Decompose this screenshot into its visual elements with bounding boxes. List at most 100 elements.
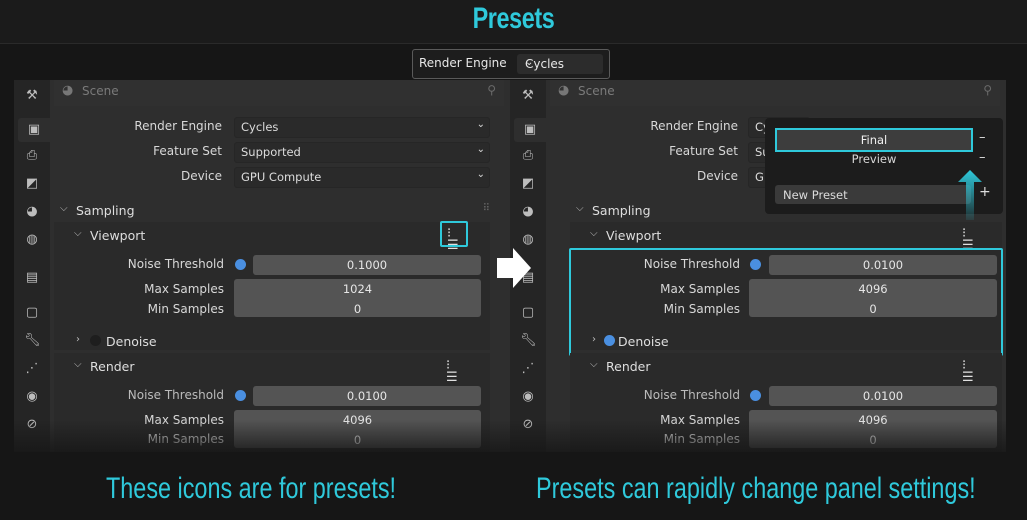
viewport-section-header[interactable]: ⌵ Viewport <box>590 226 970 248</box>
pin-icon[interactable]: ⚲ <box>487 83 496 97</box>
device-label: Device <box>696 169 738 183</box>
feature-set-label: Feature Set <box>669 144 738 158</box>
noise-threshold-label: Noise Threshold <box>643 388 740 402</box>
tool-icon[interactable]: ⚒ <box>24 88 40 104</box>
noise-threshold-value: 0.0100 <box>346 389 388 403</box>
page-title: Presets <box>472 2 555 35</box>
viewport-label: Viewport <box>606 228 662 243</box>
feature-set-label: Feature Set <box>153 144 222 158</box>
min-samples-value: 0 <box>353 302 362 316</box>
samples-fields[interactable]: 1024 0 <box>234 279 481 317</box>
denoise-label: Denoise <box>618 334 669 349</box>
render-engine-dropdown[interactable]: Cycles ⌄ <box>234 117 490 138</box>
collection-icon[interactable]: ▤ <box>24 270 40 286</box>
noise-threshold-toggle[interactable] <box>235 390 246 401</box>
remove-preset-button[interactable]: – <box>979 130 986 145</box>
render-icon[interactable]: ▣ <box>514 118 546 142</box>
modifier-icon[interactable]: 🔧︎ <box>24 333 41 349</box>
render-label: Render <box>90 359 135 374</box>
physics-icon[interactable]: ◉ <box>24 389 40 405</box>
bottom-fade <box>0 420 1027 460</box>
chevron-down-icon: ⌄ <box>476 144 485 155</box>
output-icon[interactable]: ⎙ <box>24 148 40 164</box>
noise-threshold-field[interactable]: 0.0100 <box>769 386 997 406</box>
right-arrow-icon <box>497 248 531 288</box>
max-samples-value: 4096 <box>858 282 888 296</box>
preset-item-final[interactable]: Final <box>775 128 973 152</box>
world-icon[interactable]: ◍ <box>520 232 536 248</box>
device-label: Device <box>180 169 222 183</box>
drag-handle-icon[interactable]: ⠿ <box>483 203 490 214</box>
denoise-toggle[interactable] <box>90 335 101 346</box>
samples-fields[interactable]: 4096 0 <box>749 279 997 317</box>
render-label: Render <box>606 359 651 374</box>
presets-icon[interactable]: ⁝☰ <box>962 227 976 252</box>
remove-preset-button[interactable]: – <box>979 150 986 165</box>
scene-icon[interactable]: ◕ <box>24 204 40 220</box>
chevron-down-icon: ⌵ <box>74 228 82 239</box>
particles-icon[interactable]: ⋰ <box>24 361 40 377</box>
presets-icon-highlight <box>440 221 468 247</box>
preset-item-preview[interactable]: Preview <box>777 152 971 166</box>
caption-left: These icons are for presets! <box>106 472 397 505</box>
output-icon[interactable]: ⎙ <box>520 148 536 164</box>
chevron-down-icon: ⌵ <box>590 228 598 239</box>
render-section-header[interactable]: ⌵ Render <box>590 357 970 379</box>
min-samples-label: Min Samples <box>147 302 224 316</box>
denoise-toggle[interactable] <box>604 335 615 346</box>
tool-icon[interactable]: ⚒ <box>520 88 536 104</box>
feature-set-dropdown[interactable]: Supported ⌄ <box>234 142 490 163</box>
noise-threshold-toggle[interactable] <box>235 259 246 270</box>
presets-icon[interactable]: ⁝☰ <box>962 359 976 384</box>
render-engine-label: Render Engine <box>650 119 738 133</box>
chevron-down-icon: ⌄ <box>476 119 485 130</box>
noise-threshold-field[interactable]: 0.0100 <box>769 255 997 275</box>
chevron-down-icon: ⌵ <box>60 203 68 214</box>
denoise-label: Denoise <box>106 334 157 349</box>
noise-threshold-field[interactable]: 0.1000 <box>253 255 481 275</box>
render-section-header[interactable]: ⌵ Render <box>74 357 484 379</box>
new-preset-field[interactable]: New Preset <box>775 185 971 204</box>
chevron-down-icon: ⌄ <box>476 169 485 180</box>
caption-right: Presets can rapidly change panel setting… <box>536 472 976 505</box>
chevron-right-icon: › <box>76 334 80 345</box>
device-dropdown[interactable]: GPU Compute ⌄ <box>234 167 490 188</box>
scene-name: Scene <box>578 84 615 98</box>
particles-icon[interactable]: ⋰ <box>520 361 536 377</box>
pin-icon[interactable]: ⚲ <box>983 83 992 97</box>
scene-header: ◕ Scene ⚲ <box>54 80 504 106</box>
object-icon[interactable]: ▢ <box>24 305 40 321</box>
physics-icon[interactable]: ◉ <box>520 389 536 405</box>
chevron-down-icon: ⌄ <box>525 57 534 68</box>
sampling-section-header[interactable]: ⌵ Sampling ⠿ <box>60 201 490 223</box>
render-engine-dropdown[interactable]: Cycles ⌄ <box>517 54 603 74</box>
denoise-section-header[interactable]: › Denoise <box>592 332 792 354</box>
max-samples-label: Max Samples <box>144 282 224 296</box>
object-icon[interactable]: ▢ <box>520 305 536 321</box>
noise-threshold-value: 0.0100 <box>862 389 904 403</box>
scene-icon: ◕ <box>558 83 570 98</box>
viewport-label: Viewport <box>90 228 146 243</box>
noise-threshold-toggle[interactable] <box>750 390 761 401</box>
new-preset-placeholder: New Preset <box>783 188 848 202</box>
modifier-icon[interactable]: 🔧︎ <box>520 333 537 349</box>
sampling-section-header[interactable]: ⌵ Sampling <box>576 201 776 223</box>
denoise-section-header[interactable]: › Denoise <box>76 332 376 354</box>
noise-threshold-field[interactable]: 0.0100 <box>253 386 481 406</box>
sampling-label: Sampling <box>592 203 651 218</box>
scene-icon[interactable]: ◕ <box>520 204 536 220</box>
chevron-down-icon: ⌵ <box>590 359 598 370</box>
world-icon[interactable]: ◍ <box>24 232 40 248</box>
render-engine-label: Render Engine <box>419 56 507 70</box>
max-samples-value: 1024 <box>342 282 373 296</box>
render-engine-callout: Render Engine Cycles ⌄ <box>412 49 610 79</box>
left-properties-panel: ⚒ ▣ ⎙ ◩ ◕ ◍ ▤ ▢ 🔧︎ ⋰ ◉ ⊘ ◕ Scene ⚲ Rende… <box>14 80 510 452</box>
viewport-section-header[interactable]: ⌵ Viewport <box>74 226 484 248</box>
chevron-down-icon: ⌵ <box>74 359 82 370</box>
view-layer-icon[interactable]: ◩ <box>24 176 40 192</box>
presets-icon[interactable]: ⁝☰ <box>446 359 460 384</box>
noise-threshold-toggle[interactable] <box>750 259 761 270</box>
feature-set-value: Supported <box>241 145 301 159</box>
chevron-right-icon: › <box>592 334 596 345</box>
view-layer-icon[interactable]: ◩ <box>520 176 536 192</box>
